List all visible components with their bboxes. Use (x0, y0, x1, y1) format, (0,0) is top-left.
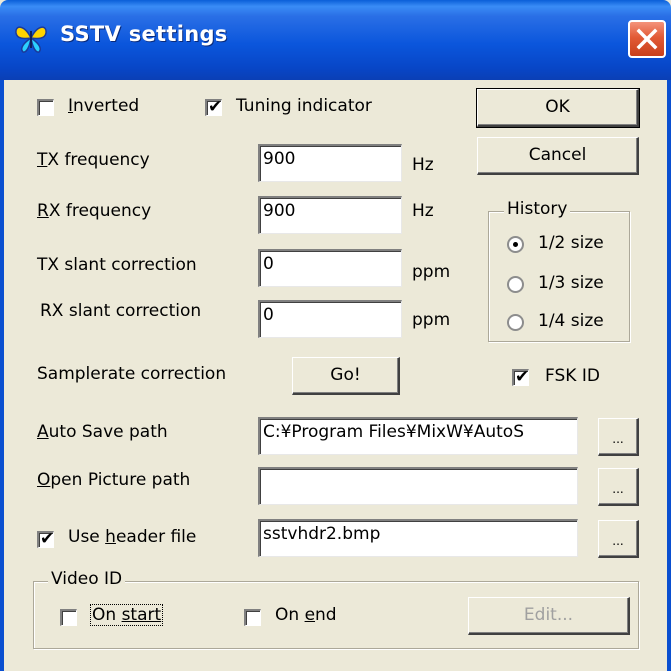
rx-frequency-label: RX frequency (37, 201, 152, 221)
open-picture-path-label-text: pen Picture path (50, 470, 191, 490)
on-start-checkbox[interactable] (60, 609, 77, 626)
tx-slant-input[interactable]: 0 (258, 249, 402, 287)
tx-frequency-input[interactable]: 900 (258, 144, 402, 182)
tx-frequency-unit: Hz (412, 155, 434, 175)
inverted-label[interactable]: Inverted (68, 96, 139, 116)
window-title: SSTV settings (60, 22, 228, 46)
inverted-checkbox[interactable] (37, 99, 54, 116)
auto-save-browse-button[interactable]: ... (598, 418, 639, 456)
check-icon: ✔ (208, 97, 223, 117)
close-button[interactable] (628, 20, 666, 58)
history-third-label[interactable]: 1/3 size (538, 273, 604, 293)
tx-slant-unit: ppm (412, 262, 451, 282)
on-end-label[interactable]: On end (275, 605, 337, 625)
window-frame-left (0, 80, 4, 671)
title-bar[interactable]: SSTV settings (0, 0, 671, 80)
on-start-label[interactable]: On start (89, 604, 164, 626)
history-half-label[interactable]: 1/2 size (538, 233, 604, 253)
auto-save-path-label: Auto Save path (37, 422, 168, 442)
history-half-radio[interactable] (507, 236, 524, 253)
history-third-radio[interactable] (507, 276, 524, 293)
tx-frequency-label-text: X frequency (47, 150, 150, 170)
radio-selected-dot (513, 242, 518, 247)
cancel-button[interactable]: Cancel (477, 137, 639, 175)
history-group-title: History (504, 199, 571, 219)
ok-button[interactable]: OK (476, 88, 640, 128)
edit-button: Edit... (468, 597, 630, 635)
fsk-id-checkbox[interactable]: ✔ (512, 367, 530, 387)
auto-save-path-label-text: uto Save path (48, 422, 168, 442)
tuning-indicator-checkbox[interactable]: ✔ (205, 97, 223, 117)
tx-slant-label: TX slant correction (37, 255, 197, 275)
butterfly-icon (15, 26, 47, 53)
check-icon: ✔ (515, 367, 530, 387)
go-button[interactable]: Go! (292, 357, 400, 395)
rx-slant-label: RX slant correction (40, 301, 202, 321)
fsk-id-label[interactable]: FSK ID (545, 366, 600, 386)
history-quarter-label[interactable]: 1/4 size (538, 311, 604, 331)
auto-save-path-input[interactable]: C:¥Program Files¥MixW¥AutoS (258, 417, 578, 455)
check-icon: ✔ (40, 529, 55, 549)
tuning-indicator-label[interactable]: Tuning indicator (236, 96, 372, 116)
open-picture-browse-button[interactable]: ... (598, 468, 639, 506)
use-header-file-checkbox[interactable]: ✔ (37, 529, 55, 549)
sstv-settings-dialog: SSTV settings Inverted ✔ Tuning indicato… (0, 0, 671, 671)
header-file-input[interactable]: sstvhdr2.bmp (258, 519, 578, 557)
close-icon (636, 28, 658, 50)
rx-frequency-input[interactable]: 900 (258, 196, 402, 234)
header-file-browse-button[interactable]: ... (598, 520, 639, 558)
open-picture-path-label: Open Picture path (37, 470, 191, 490)
samplerate-correction-label: Samplerate correction (37, 364, 227, 384)
inverted-label-text: nverted (73, 96, 140, 116)
rx-slant-unit: ppm (412, 310, 451, 330)
on-end-checkbox[interactable] (244, 609, 261, 626)
video-id-group-title: Video ID (48, 569, 126, 589)
open-picture-path-input[interactable] (258, 467, 578, 505)
rx-slant-input[interactable]: 0 (258, 300, 402, 338)
rx-frequency-label-text: X frequency (48, 201, 152, 221)
history-quarter-radio[interactable] (507, 314, 524, 331)
tx-frequency-label: TX frequency (37, 150, 150, 170)
window-frame-right (667, 80, 671, 671)
rx-frequency-unit: Hz (412, 201, 434, 221)
use-header-file-label[interactable]: Use header file (68, 527, 196, 547)
